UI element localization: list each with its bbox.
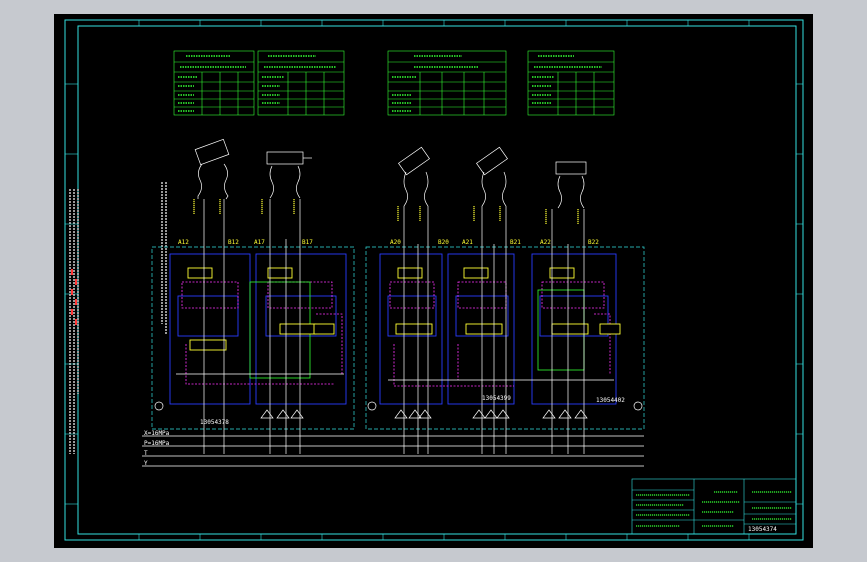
actuator-rotary-3	[476, 146, 508, 244]
right-side-notes	[161, 182, 167, 334]
line-x: X=16MPa	[144, 430, 170, 437]
pressure-gauges	[154, 401, 643, 411]
port-b17: B17	[302, 239, 313, 246]
valve-table-2	[257, 50, 345, 116]
actuator-rotary-2	[398, 146, 430, 244]
port-b22: B22	[588, 239, 599, 246]
port-a21: A21	[462, 239, 473, 246]
inner-frame	[77, 25, 797, 535]
port-a12: A12	[178, 239, 189, 246]
zone-marks	[65, 20, 803, 540]
supply-lines	[142, 435, 644, 467]
valve-table-3	[387, 50, 507, 116]
main-lines	[176, 239, 614, 454]
valve-blocks-blue	[169, 253, 617, 405]
block-id-3: 13054402	[596, 397, 625, 404]
valve-table-4	[527, 50, 615, 116]
drawing-sheet: A12 B12 A17 B17 A20 B20 A21 B21 A22 B22	[54, 14, 813, 548]
block-id-1: 13054378	[200, 419, 229, 426]
line-p: P=16MPa	[144, 440, 170, 447]
port-b12: B12	[228, 239, 239, 246]
line-y: Y	[144, 460, 148, 467]
pipe-labels	[193, 199, 579, 224]
port-a22: A22	[540, 239, 551, 246]
actuator-cylinder-2	[551, 161, 587, 244]
drawing-number: 13054374	[748, 526, 777, 533]
actuator-cylinder-1	[266, 151, 312, 239]
port-a20: A20	[390, 239, 401, 246]
port-a17: A17	[254, 239, 265, 246]
port-labels: A12 B12 A17 B17 A20 B20 A21 B21 A22 B22	[178, 239, 599, 246]
outer-frame	[64, 19, 804, 541]
block-id-2: 13054399	[482, 395, 511, 402]
actuator-rotary-1	[194, 138, 230, 239]
check-valves	[260, 409, 588, 419]
valve-table-1	[173, 50, 255, 116]
line-t: T	[144, 450, 148, 457]
port-b21: B21	[510, 239, 521, 246]
port-b20: B20	[438, 239, 449, 246]
table-text-marks	[178, 55, 602, 112]
title-block-text	[636, 491, 792, 527]
